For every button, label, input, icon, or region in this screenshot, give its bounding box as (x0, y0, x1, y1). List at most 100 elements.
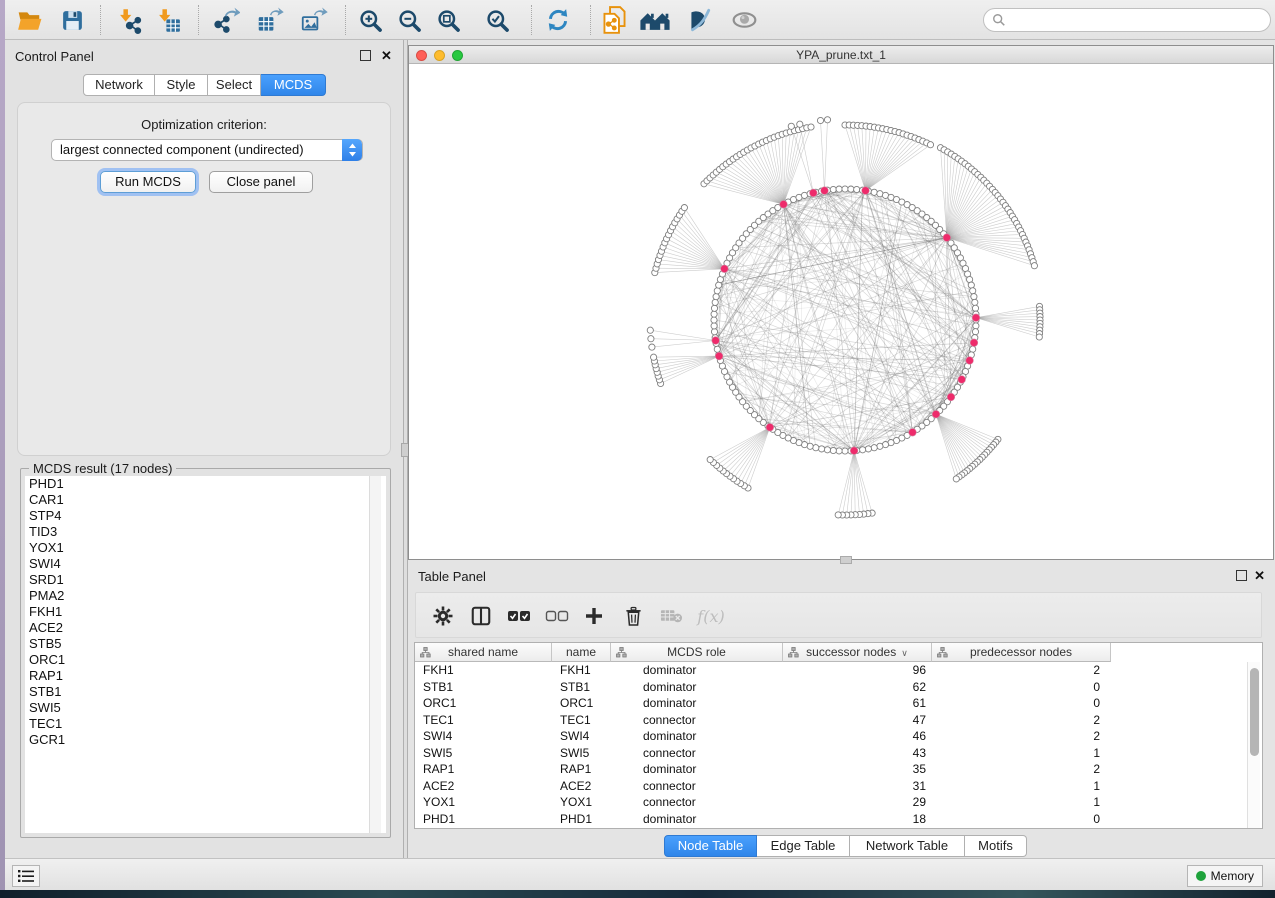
run-mcds-button[interactable]: Run MCDS (100, 171, 196, 193)
network-node[interactable] (871, 189, 877, 195)
task-history-button[interactable] (12, 865, 40, 887)
export-image-button[interactable] (299, 6, 329, 34)
search-field[interactable] (983, 8, 1271, 32)
network-node[interactable] (813, 445, 819, 451)
network-node[interactable] (797, 121, 803, 127)
tab-network-table[interactable]: Network Table (850, 835, 965, 857)
float-window-icon[interactable] (360, 50, 371, 61)
mcds-result-item[interactable]: STP4 (25, 508, 386, 524)
tab-style[interactable]: Style (155, 74, 208, 96)
mcds-result-item[interactable]: YOX1 (25, 540, 386, 556)
network-node[interactable] (788, 123, 794, 129)
mcds-list-scrollbar[interactable] (369, 476, 381, 833)
network-node[interactable] (972, 299, 978, 305)
mcds-node[interactable] (909, 429, 917, 437)
network-node[interactable] (854, 186, 860, 192)
network-node[interactable] (871, 445, 877, 451)
network-node[interactable] (1031, 263, 1037, 269)
delete-entry-button[interactable] (620, 603, 646, 629)
mcds-result-item[interactable]: SWI4 (25, 556, 386, 572)
table-row[interactable]: ORC1ORC1dominator610 (415, 695, 1247, 712)
mcds-node[interactable] (862, 187, 870, 195)
network-node[interactable] (972, 329, 978, 335)
add-entry-button[interactable] (581, 603, 607, 629)
mcds-result-item[interactable]: STB5 (25, 636, 386, 652)
network-manager-button[interactable] (637, 6, 673, 34)
import-table-button[interactable] (152, 6, 182, 34)
network-node[interactable] (711, 329, 717, 335)
mcds-result-list[interactable]: PHD1CAR1STP4TID3YOX1SWI4SRD1PMA2FKH1ACE2… (25, 476, 386, 833)
column-header-successor-nodes[interactable]: successor nodes∨ (783, 643, 932, 662)
tab-select[interactable]: Select (208, 74, 261, 96)
network-node[interactable] (830, 447, 836, 453)
export-table-button[interactable] (255, 6, 285, 34)
network-node[interactable] (712, 299, 718, 305)
deselect-all-button[interactable] (544, 603, 570, 629)
horizontal-splitter-grabber[interactable] (840, 556, 852, 564)
mcds-node[interactable] (780, 201, 788, 209)
mcds-node[interactable] (766, 424, 774, 432)
tab-mcds[interactable]: MCDS (261, 74, 326, 96)
mcds-result-item[interactable]: TID3 (25, 524, 386, 540)
network-node[interactable] (877, 443, 883, 449)
mcds-node[interactable] (721, 265, 729, 273)
erase-table-button[interactable] (658, 603, 684, 629)
close-panel-icon[interactable]: ✕ (381, 48, 392, 64)
network-node[interactable] (651, 354, 657, 360)
network-node[interactable] (713, 294, 719, 300)
network-node[interactable] (836, 448, 842, 454)
network-node[interactable] (836, 186, 842, 192)
share-document-button[interactable] (599, 6, 629, 34)
mcds-result-item[interactable]: SRD1 (25, 572, 386, 588)
network-window-titlebar[interactable]: YPA_prune.txt_1 (409, 46, 1273, 64)
network-node[interactable] (970, 288, 976, 294)
column-header-shared-name[interactable]: shared name (415, 643, 552, 662)
network-node[interactable] (647, 327, 653, 333)
network-node[interactable] (711, 323, 717, 329)
import-network-button[interactable] (113, 6, 143, 34)
mcds-node[interactable] (972, 314, 980, 322)
network-node[interactable] (848, 186, 854, 192)
close-panel-icon[interactable]: ✕ (1254, 568, 1265, 584)
refresh-layout-button[interactable] (543, 6, 573, 34)
mcds-node[interactable] (821, 187, 829, 195)
network-node[interactable] (817, 117, 823, 123)
network-node[interactable] (842, 448, 848, 454)
mcds-node[interactable] (932, 410, 940, 418)
mcds-result-item[interactable]: RAP1 (25, 668, 386, 684)
network-node[interactable] (968, 282, 974, 288)
network-node[interactable] (824, 447, 830, 453)
network-node[interactable] (808, 124, 814, 130)
column-header-predecessor-nodes[interactable]: predecessor nodes (932, 643, 1111, 662)
open-folder-button[interactable] (14, 6, 44, 34)
network-node[interactable] (714, 346, 720, 352)
network-node[interactable] (1036, 334, 1042, 340)
search-input[interactable] (1006, 11, 1270, 29)
table-row[interactable]: STB1STB1dominator620 (415, 679, 1247, 696)
table-row[interactable]: SWI4SWI4dominator462 (415, 728, 1247, 745)
mcds-node[interactable] (810, 189, 818, 197)
settings-gear-button[interactable] (430, 603, 456, 629)
mcds-result-item[interactable]: TEC1 (25, 716, 386, 732)
table-row[interactable]: FKH1FKH1dominator962 (415, 662, 1247, 679)
zoom-selected-button[interactable] (482, 6, 512, 34)
hide-graphics-details-button[interactable] (684, 6, 714, 34)
export-network-button[interactable] (211, 6, 241, 34)
memory-button[interactable]: Memory (1187, 865, 1263, 887)
mcds-result-item[interactable]: STB1 (25, 684, 386, 700)
mcds-node[interactable] (958, 376, 966, 384)
mcds-node[interactable] (850, 447, 858, 455)
network-node[interactable] (973, 323, 979, 329)
network-node[interactable] (970, 346, 976, 352)
network-node[interactable] (707, 457, 713, 463)
network-node[interactable] (711, 317, 717, 323)
zoom-fit-button[interactable] (433, 6, 463, 34)
table-row[interactable]: TEC1TEC1connector472 (415, 712, 1247, 729)
mcds-result-item[interactable]: PMA2 (25, 588, 386, 604)
network-node[interactable] (711, 311, 717, 317)
mcds-result-item[interactable]: ACE2 (25, 620, 386, 636)
table-scrollbar[interactable] (1247, 662, 1260, 828)
mcds-result-item[interactable]: PHD1 (25, 476, 386, 492)
tab-motifs[interactable]: Motifs (965, 835, 1027, 857)
criterion-dropdown[interactable]: largest connected component (undirected) (51, 139, 363, 161)
